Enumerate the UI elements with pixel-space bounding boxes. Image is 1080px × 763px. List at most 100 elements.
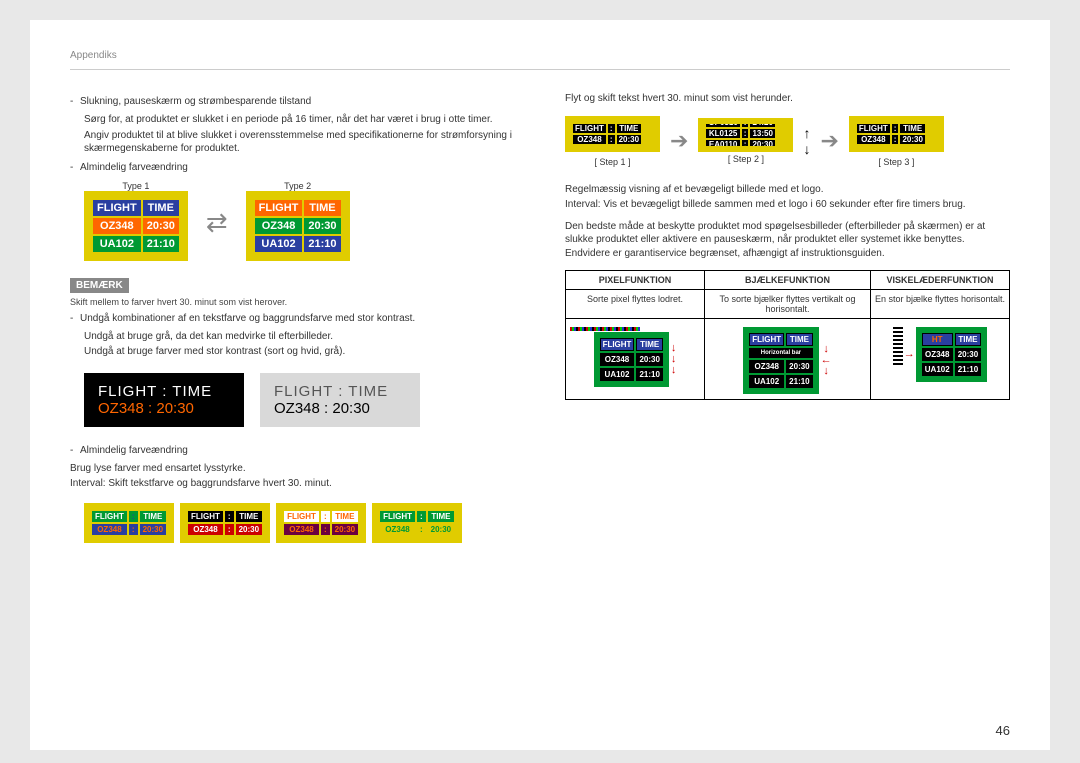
note-text: Skift mellem to farver hvert 30. minut s… [70,297,515,307]
up-down-arrows: ↑ ↓ [803,125,810,157]
cell: OZ348 [255,218,303,234]
arrow-right-icon: ➔ [670,128,688,154]
cell: 20:30 [140,524,166,535]
cell: 20:30 [236,524,262,535]
bullet-text: Almindelig farveændring [80,162,188,173]
cell: 20:30 [750,140,774,146]
cell: OZ348 [284,524,319,535]
mini-board: FLIGHT:TIME OZ348:20:30 [180,503,270,543]
flight-board-type1: FLIGHTTIME OZ34820:30 UA10221:10 [84,191,188,261]
cell: TIME [617,124,641,133]
cell: TIME [955,333,981,346]
note-badge: BEMÆRK [70,278,129,293]
cell: UA102 [255,236,303,252]
type-comparison-figure: Type 1 FLIGHTTIME OZ34820:30 UA10221:10 … [84,181,515,264]
pixel-function-figure: FLIGHTTIME OZ34820:30 UA10221:10 ↓↓↓ [566,319,705,400]
cell: 20:30 [955,348,981,361]
two-column-layout: -Slukning, pauseskærm og strømbesparende… [70,90,1010,543]
cell: 13:50 [750,129,774,138]
type2-label: Type 2 [246,181,350,191]
cell: 20:30 [143,218,179,234]
cell: OZ348 [380,524,415,535]
cell: FLIGHT [749,333,784,346]
page-number: 46 [996,723,1010,738]
arrow-right-icon: ➔ [820,128,838,154]
cell: FLIGHT [600,338,635,351]
cell: TIME [236,511,262,522]
paragraph: Undgå at bruge farver med stor kontrast … [84,345,515,359]
cell: FLIGHT [93,200,141,216]
step-3: FLIGHT:TIME OZ348:20:30 [ Step 3 ] [849,116,944,167]
cell: OP0310 [706,124,739,127]
col-header: VISKELÆDERFUNKTION [870,271,1009,290]
mini-board: FLIGHT:TIME OZ348:20:30 [276,503,366,543]
line: OZ348 : 20:30 [98,400,230,417]
mini-board: FLIGHT:TIME OZ348:20:30 [84,503,174,543]
cell: FLIGHT [255,200,303,216]
cell: OZ348 [600,353,635,366]
paragraph: Flyt og skift tekst hvert 30. minut som … [565,92,1010,106]
cell: 21:10 [636,368,662,381]
cell: 20:30 [617,135,641,144]
cell: KL0125 [706,129,739,138]
line: FLIGHT : TIME [274,383,406,400]
paragraph: Angiv produktet til at blive slukket i o… [84,129,515,156]
cell: 20:30 [304,218,340,234]
cell: 21:10 [955,363,981,376]
bullet-text: Undgå kombinationer af en tekstfarve og … [80,313,415,324]
cell: FLIGHT [188,511,223,522]
mini-board: FLIGHT:TIME OZ348:20:30 [372,503,462,543]
bullet-item: -Undgå kombinationer af en tekstfarve og… [70,313,515,324]
cell: 20:30 [786,360,812,373]
line: FLIGHT : TIME [98,383,230,400]
paragraph: Interval: Vis et bevægeligt billede samm… [565,198,1010,212]
cell: OZ348 [573,135,606,144]
paragraph: Undgå at bruge grå, da det kan medvirke … [84,330,515,344]
cell: 20:30 [332,524,358,535]
cell: 21:10 [786,375,812,388]
function-table: PIXELFUNKTION BJÆLKEFUNKTION VISKELÆDERF… [565,270,1010,400]
col-header: BJÆLKEFUNKTION [705,271,871,290]
bullet-text: Almindelig farveændring [80,445,188,456]
horizontal-bar-label: Horizontal bar [749,348,812,358]
step-caption: [ Step 1 ] [565,157,660,167]
cell: FLIGHT [380,511,415,522]
cell: TIME [143,200,179,216]
gray-example-box: FLIGHT : TIME OZ348 : 20:30 [260,373,420,427]
type1-label: Type 1 [84,181,188,191]
cell: 24:20 [750,124,774,127]
cell: OZ348 [93,218,141,234]
flight-board-type2: FLIGHTTIME OZ34820:30 UA10221:10 [246,191,350,261]
cell: OZ348 [188,524,223,535]
black-example-box: FLIGHT : TIME OZ348 : 20:30 [84,373,244,427]
cell: TIME [900,124,924,133]
cell: To sorte bjælker flyttes vertikalt og ho… [705,290,871,319]
step-2: OP0310:24:20 KL0125:13:50 EA0110:20:30 K… [698,118,793,164]
cell: TIME [636,338,662,351]
paragraph: Brug lyse farver med ensartet lysstyrke. [70,462,515,476]
right-column: Flyt og skift tekst hvert 30. minut som … [565,90,1010,543]
paragraph: Den bedste måde at beskytte produktet mo… [565,220,1010,261]
cell: TIME [304,200,340,216]
cell: TIME [786,333,812,346]
bullet-item: -Almindelig farveændring [70,162,515,173]
cell: OZ348 [749,360,784,373]
cell: FLIGHT [284,511,319,522]
left-column: -Slukning, pauseskærm og strømbesparende… [70,90,515,543]
cell: UA102 [922,363,953,376]
cell: OZ348 [922,348,953,361]
header-section: Appendiks [70,50,1010,70]
cell: UA102 [749,375,784,388]
bar-function-figure: FLIGHTTIME Horizontal bar OZ34820:30 UA1… [705,319,871,400]
cell: Sorte pixel flyttes lodret. [566,290,705,319]
cell: FLIGHT [573,124,606,133]
line: OZ348 : 20:30 [274,400,406,417]
cell: TIME [140,511,166,522]
cell: UA102 [93,236,141,252]
col-header: PIXELFUNKTION [566,271,705,290]
cell: EA0110 [706,140,739,146]
cell: FLIGHT [92,511,127,522]
paragraph: Regelmæssig visning af et bevægeligt bil… [565,183,1010,197]
cell: 21:10 [304,236,340,252]
step-caption: [ Step 3 ] [849,157,944,167]
